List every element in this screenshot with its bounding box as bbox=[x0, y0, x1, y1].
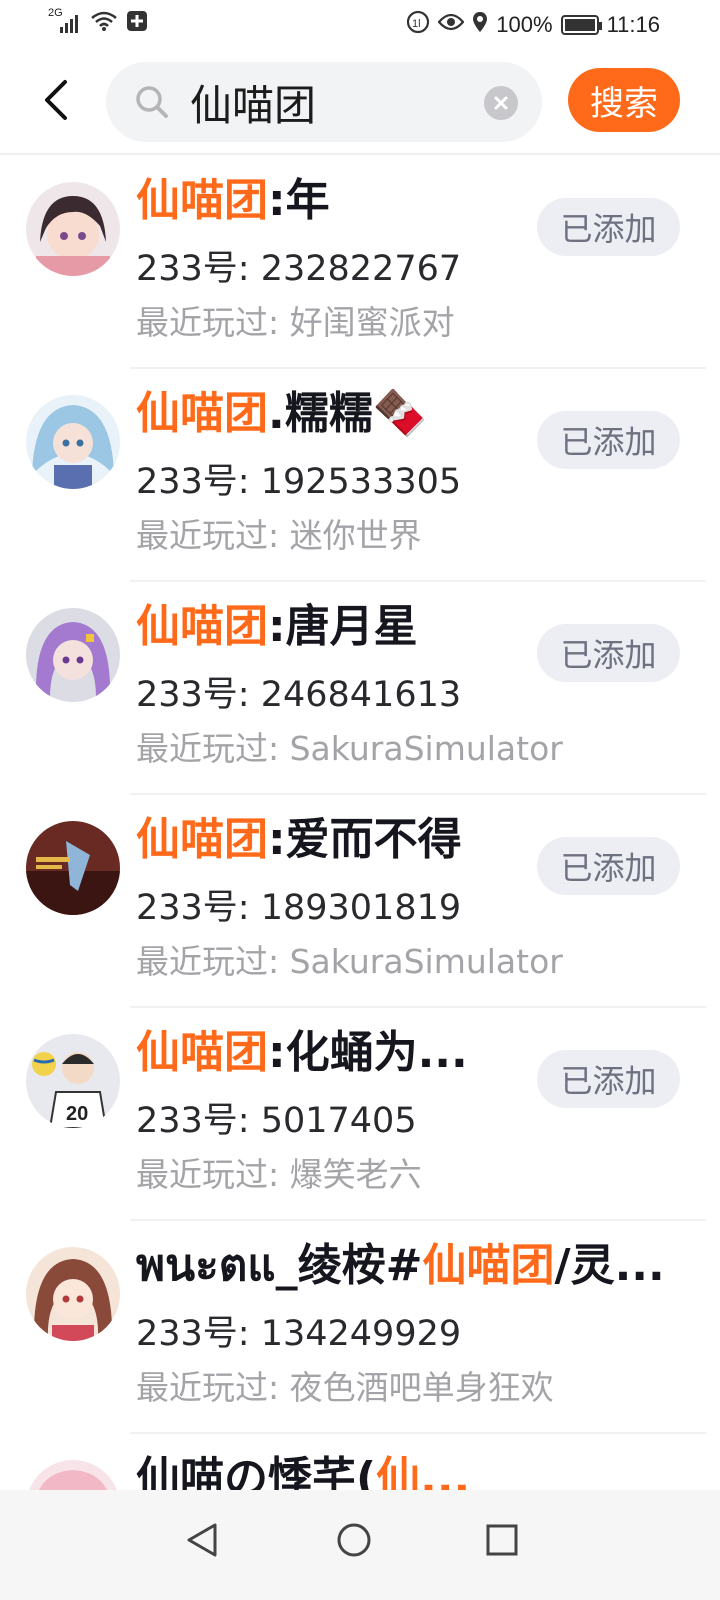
name-highlight: 仙喵团 bbox=[136, 601, 268, 652]
nav-recents-button[interactable] bbox=[472, 1510, 532, 1570]
name-highlight: 仙喵团 bbox=[136, 1027, 268, 1078]
recently-played: 最近玩过: SakuraSimulator bbox=[136, 729, 563, 768]
status-left: 2G bbox=[48, 7, 148, 36]
notification-plus-icon bbox=[126, 10, 148, 36]
user-id: 233号: 246841613 bbox=[136, 675, 462, 715]
nav-back-button[interactable] bbox=[172, 1510, 232, 1570]
added-button[interactable]: 已添加 bbox=[537, 624, 680, 682]
wifi-icon bbox=[90, 10, 118, 36]
battery-level bbox=[564, 19, 595, 31]
name-highlight: 仙喵团 bbox=[136, 388, 268, 439]
recently-played: 最近玩过: SakuraSimulator bbox=[136, 942, 563, 981]
search-header: 搜索 bbox=[0, 60, 720, 148]
name-highlight: 仙... bbox=[376, 1453, 471, 1490]
name-part: :年 bbox=[268, 175, 330, 226]
added-button[interactable]: 已添加 bbox=[537, 837, 680, 895]
signal-icon: 2G bbox=[48, 7, 82, 35]
data-saver-icon: 1l bbox=[406, 10, 430, 40]
added-button[interactable]: 已添加 bbox=[537, 411, 680, 469]
result-item[interactable]: 仙喵团:年 233号: 232822767 最近玩过: 好闺蜜派对 已添加 bbox=[0, 156, 720, 369]
name-part: 仙喵の悸芊( bbox=[136, 1453, 377, 1490]
search-button[interactable]: 搜索 bbox=[568, 68, 680, 132]
square-recents-icon bbox=[486, 1524, 518, 1556]
avatar[interactable] bbox=[26, 1247, 120, 1341]
user-name: พนะตแ_绫桉#仙喵团/灵... bbox=[136, 1229, 684, 1300]
avatar[interactable] bbox=[26, 821, 120, 915]
triangle-back-icon bbox=[187, 1523, 217, 1557]
recently-played: 最近玩过: 爆笑老六 bbox=[136, 1155, 422, 1194]
result-item[interactable]: 仙喵团:爱而不得 233号: 189301819 最近玩过: SakuraSimul… bbox=[0, 795, 720, 1008]
user-name: 仙喵の悸芊(仙... bbox=[136, 1442, 684, 1490]
result-item[interactable]: 仙喵团.糯糯🍫 233号: 192533305 最近玩过: 迷你世界 已添加 bbox=[0, 369, 720, 582]
name-part: /灵... bbox=[554, 1240, 665, 1291]
eye-icon bbox=[437, 12, 465, 38]
name-part: .糯糯🍫 bbox=[268, 388, 428, 439]
search-box[interactable] bbox=[106, 62, 542, 142]
clear-icon[interactable] bbox=[484, 86, 518, 120]
system-nav-bar bbox=[0, 1490, 720, 1600]
result-item[interactable]: 仙喵の悸芊(仙... bbox=[0, 1434, 720, 1490]
result-item[interactable]: พนะตแ_绫桉#仙喵团/灵... 233号: 134249929 最近玩过: 夜色… bbox=[0, 1221, 720, 1434]
battery-icon bbox=[560, 15, 602, 35]
name-highlight: 仙喵团 bbox=[136, 175, 268, 226]
result-item[interactable]: 仙喵团:唐月星 233号: 246841613 最近玩过: SakuraSimula… bbox=[0, 582, 720, 795]
recently-played: 最近玩过: 好闺蜜派对 bbox=[136, 303, 455, 342]
result-list[interactable]: 仙喵团:年 233号: 232822767 最近玩过: 好闺蜜派对 已添加 仙喵团.糯糯… bbox=[0, 156, 720, 1490]
svg-text:20: 20 bbox=[66, 1103, 88, 1125]
avatar[interactable] bbox=[26, 395, 120, 489]
chevron-left-icon bbox=[45, 80, 67, 120]
clock: 11:16 bbox=[606, 12, 660, 37]
user-id: 233号: 134249929 bbox=[136, 1314, 462, 1354]
search-icon bbox=[134, 84, 170, 124]
name-highlight: 仙喵团 bbox=[136, 814, 268, 865]
header-divider bbox=[0, 153, 720, 155]
added-button[interactable]: 已添加 bbox=[537, 198, 680, 256]
status-right: 1l 100% 11:16 bbox=[406, 10, 660, 40]
name-part: :爱而不得 bbox=[268, 814, 462, 865]
search-input[interactable] bbox=[190, 76, 480, 128]
result-item[interactable]: 20 仙喵团:化蛹为... 233号: 5017405 最近玩过: 爆笑老六 已添加 bbox=[0, 1008, 720, 1221]
circle-home-icon bbox=[337, 1523, 371, 1557]
user-id: 233号: 192533305 bbox=[136, 462, 462, 502]
location-icon bbox=[472, 11, 488, 39]
avatar[interactable] bbox=[26, 182, 120, 276]
name-part: :唐月星 bbox=[268, 601, 418, 652]
avatar[interactable] bbox=[26, 608, 120, 702]
nav-home-button[interactable] bbox=[324, 1510, 384, 1570]
user-id: 233号: 5017405 bbox=[136, 1101, 417, 1141]
name-highlight: 仙喵团 bbox=[422, 1240, 555, 1291]
added-button[interactable]: 已添加 bbox=[537, 1050, 680, 1108]
name-part: :化蛹为... bbox=[268, 1027, 468, 1078]
recently-played: 最近玩过: 迷你世界 bbox=[136, 516, 422, 555]
battery-percent: 100% bbox=[496, 12, 553, 37]
avatar[interactable]: 20 bbox=[26, 1034, 120, 1128]
user-id: 233号: 189301819 bbox=[136, 888, 462, 928]
back-button[interactable] bbox=[34, 78, 78, 122]
name-part: พนะตแ_绫桉# bbox=[136, 1240, 423, 1291]
user-id: 233号: 232822767 bbox=[136, 249, 462, 289]
avatar[interactable] bbox=[26, 1460, 120, 1490]
recently-played: 最近玩过: 夜色酒吧单身狂欢 bbox=[136, 1368, 554, 1407]
status-bar: 2G 1l 100% 11:16 bbox=[0, 0, 720, 50]
svg-text:1l: 1l bbox=[412, 18, 421, 30]
